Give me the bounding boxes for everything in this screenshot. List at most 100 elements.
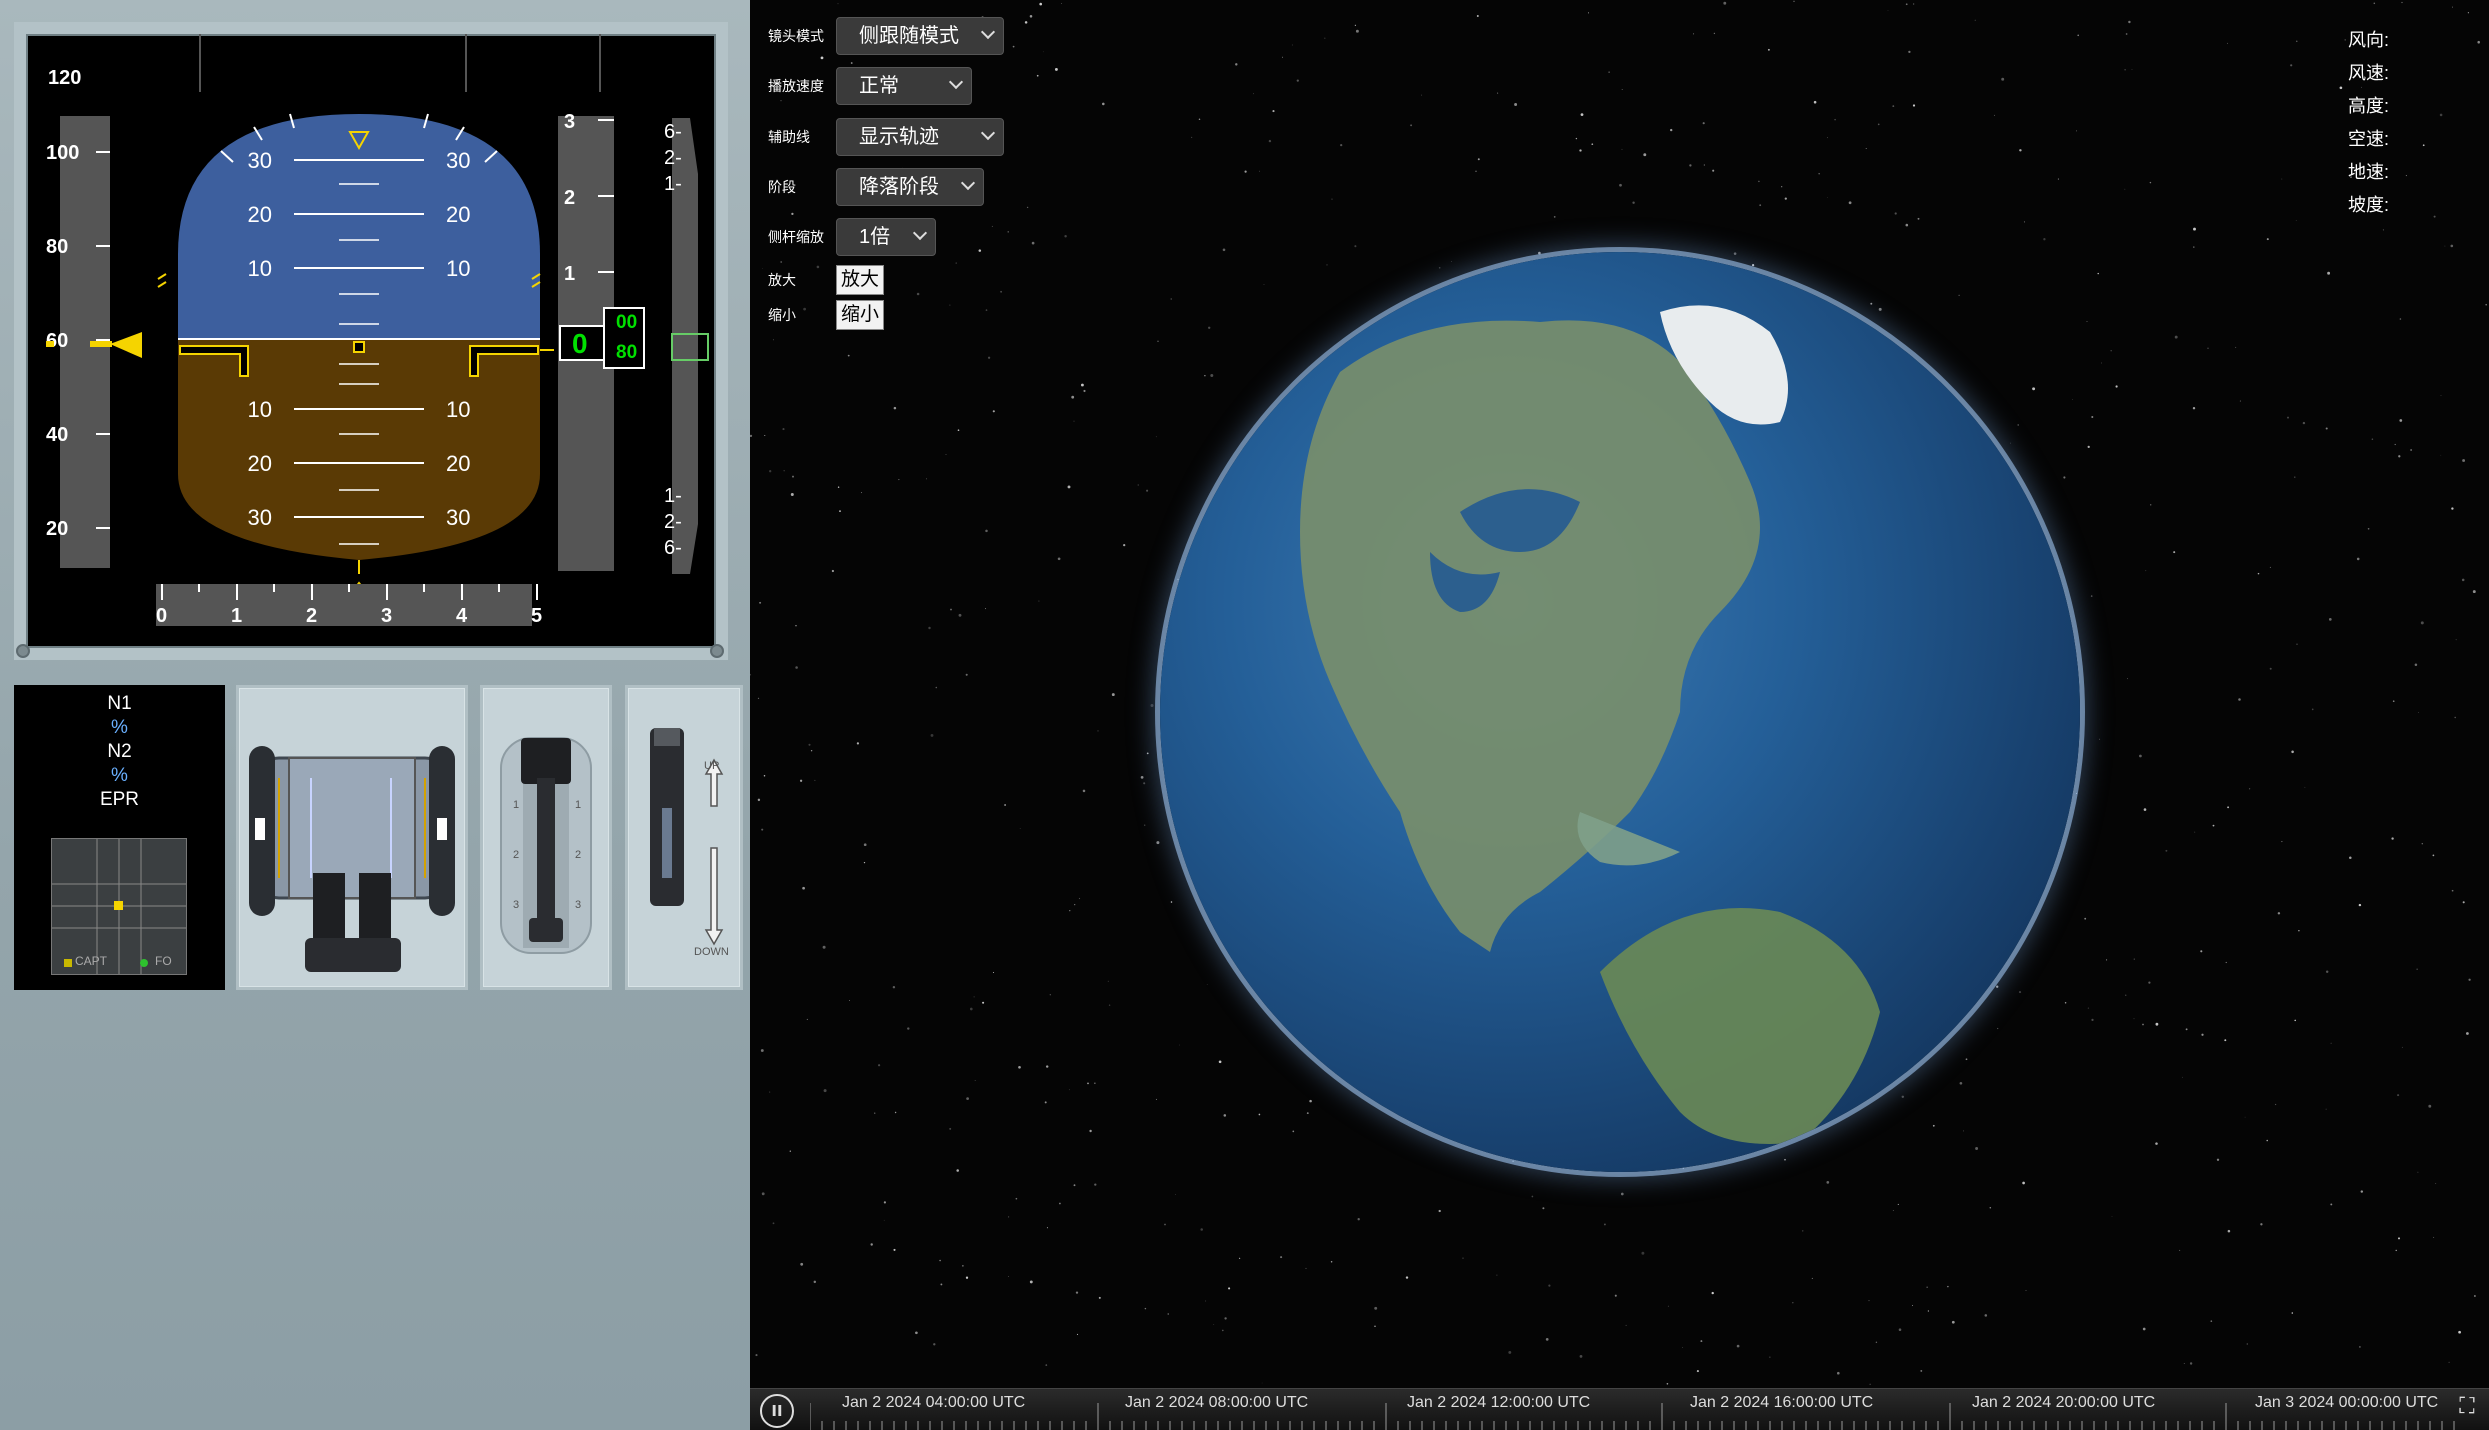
flap-down-label: DOWN xyxy=(694,946,729,958)
phase-label: 阶段 xyxy=(768,179,796,195)
vs-tick-label: 2- xyxy=(664,511,682,533)
sidestick-scale-value: 1倍 xyxy=(859,226,891,248)
sidestick-scale-row: 侧杆缩放 1倍 xyxy=(768,218,936,256)
pause-icon[interactable]: II xyxy=(760,1394,794,1428)
speed-tick-label: 20 xyxy=(46,518,68,540)
playback-speed-row: 播放速度 正常 xyxy=(768,67,972,105)
playback-speed-select[interactable]: 正常 xyxy=(836,67,972,105)
bank-angle-readout: 坡度: xyxy=(2347,195,2389,215)
n1-unit: % xyxy=(111,717,128,738)
heading-tick-label: 5 xyxy=(531,605,542,627)
engine-display: N1 % N2 % EPR CAPT FO xyxy=(14,685,225,990)
pitch-label: 30 xyxy=(446,148,470,173)
pfd-altitude-readout: 0 xyxy=(572,328,588,359)
guide-line-select[interactable]: 显示轨迹 xyxy=(836,118,1004,156)
altitude-readout: 高度: xyxy=(2347,96,2389,116)
camera-mode-select[interactable]: 侧跟随模式 xyxy=(836,17,1004,55)
fo-legend: FO xyxy=(155,954,172,968)
pfd-altitude-roll-top: 00 xyxy=(616,312,638,333)
screw-icon xyxy=(710,644,724,658)
flap-up-label: UP xyxy=(704,760,720,772)
pitch-label: 20 xyxy=(248,202,272,227)
zoom-in-label: 放大 xyxy=(768,272,796,288)
altitude-tick-label: 1 xyxy=(564,263,575,285)
capt-legend: CAPT xyxy=(75,954,108,968)
svg-text:2: 2 xyxy=(575,849,581,861)
chevron-down-icon xyxy=(980,24,996,40)
n2-label: N2 xyxy=(107,741,132,762)
pitch-label: 10 xyxy=(248,256,272,281)
vs-tick-label: 1- xyxy=(664,485,682,507)
timeline-bar[interactable]: II Jan 2 2024 04:00:00 UTC Jan 2 2024 08… xyxy=(750,1388,2489,1430)
chevron-down-icon xyxy=(980,125,996,141)
screw-icon xyxy=(16,644,30,658)
svg-text:1: 1 xyxy=(513,799,519,811)
guide-line-row: 辅助线 显示轨迹 xyxy=(768,118,1004,156)
heading-tick-label: 3 xyxy=(381,605,392,627)
instrument-panel: 120 100 80 60 40 20 30 30 20 20 10 10 10 10 20 20 30 30 xyxy=(0,0,750,1430)
zoom-out-label: 缩小 xyxy=(768,307,796,323)
camera-mode-row: 镜头模式 侧跟随模式 xyxy=(768,17,1004,55)
zoom-out-button[interactable]: 缩小 xyxy=(836,300,885,330)
airspeed-readout: 空速: xyxy=(2347,129,2389,149)
sidestick-scale-select[interactable]: 1倍 xyxy=(836,218,936,256)
svg-text:2: 2 xyxy=(513,849,519,861)
vs-tick-label: 6- xyxy=(664,537,682,559)
heading-tick-label: 0 xyxy=(156,605,167,627)
playback-speed-value: 正常 xyxy=(859,75,899,97)
n1-label: N1 xyxy=(107,693,132,714)
flap-panel: UP DOWN xyxy=(625,685,743,990)
epr-label: EPR xyxy=(99,789,140,810)
heading-tape xyxy=(156,584,532,626)
pitch-label: 30 xyxy=(248,148,272,173)
heading-tick-label: 2 xyxy=(306,605,317,627)
vs-tick-label: 6- xyxy=(664,121,682,143)
sidestick-scale-label: 侧杆缩放 xyxy=(768,229,824,245)
vs-tick-label: 1- xyxy=(664,173,682,195)
pitch-label: 20 xyxy=(446,202,470,227)
chevron-down-icon xyxy=(948,74,964,90)
camera-mode-value: 侧跟随模式 xyxy=(859,25,959,47)
speed-tick-label: 40 xyxy=(46,424,68,446)
guide-line-value: 显示轨迹 xyxy=(859,126,939,148)
globe-viewer[interactable]: 镜头模式 侧跟随模式 播放速度 正常 辅助线 显示轨迹 阶段 降落阶段 侧杆缩放… xyxy=(750,0,2489,1430)
timeline-label: Jan 2 2024 12:00:00 UTC xyxy=(1407,1394,1591,1411)
speed-bug-icon xyxy=(110,332,142,358)
pitch-label: 10 xyxy=(446,256,470,281)
phase-row: 阶段 降落阶段 xyxy=(768,168,984,206)
pitch-label: 20 xyxy=(446,451,470,476)
zoom-in-button[interactable]: 放大 xyxy=(836,265,885,295)
speed-tick-label: 100 xyxy=(46,142,79,164)
continent-layer xyxy=(1300,305,1880,1144)
sidestick-position-grid: CAPT FO xyxy=(51,838,187,975)
phase-value: 降落阶段 xyxy=(859,176,939,198)
pitch-label: 20 xyxy=(248,451,272,476)
pitch-label: 30 xyxy=(248,505,272,530)
camera-mode-label: 镜头模式 xyxy=(768,28,824,44)
phase-select[interactable]: 降落阶段 xyxy=(836,168,984,206)
timeline-label: Jan 2 2024 16:00:00 UTC xyxy=(1690,1394,1874,1411)
fullscreen-icon[interactable]: ⛶ xyxy=(2451,1394,2483,1426)
zoom-in-row: 放大 放大 xyxy=(768,265,885,295)
earth-globe[interactable] xyxy=(1160,252,2080,1172)
throttle-quadrant-icon xyxy=(249,746,455,972)
wind-speed-readout: 风速: xyxy=(2347,63,2389,83)
groundspeed-readout: 地速: xyxy=(2347,162,2389,182)
flight-readouts: 风向: 风速: 高度: 空速: 地速: 坡度: xyxy=(2348,26,2389,224)
speedbrake-lever-icon: 1 2 3 1 2 3 xyxy=(500,737,592,954)
heading-tick-label: 1 xyxy=(231,605,242,627)
altitude-tick-label: 2 xyxy=(564,187,575,209)
speed-tick-label: 80 xyxy=(46,236,68,258)
svg-text:3: 3 xyxy=(575,899,581,911)
pitch-label: 10 xyxy=(248,397,272,422)
altitude-tick-label: 3 xyxy=(564,111,575,133)
timeline-label: Jan 3 2024 00:00:00 UTC xyxy=(2255,1394,2439,1411)
zoom-out-row: 缩小 缩小 xyxy=(768,300,885,330)
timeline-label: Jan 2 2024 08:00:00 UTC xyxy=(1125,1394,1309,1411)
guide-line-label: 辅助线 xyxy=(768,129,810,145)
timeline-label: Jan 2 2024 04:00:00 UTC xyxy=(842,1394,1026,1411)
pitch-label: 30 xyxy=(446,505,470,530)
speedbrake-panel: 1 2 3 1 2 3 xyxy=(480,685,612,990)
pfd-graphics: 12010080604020 30 3020 2010 1010 1020 2030 30 xyxy=(46,34,709,627)
flap-lever-icon xyxy=(650,728,724,946)
